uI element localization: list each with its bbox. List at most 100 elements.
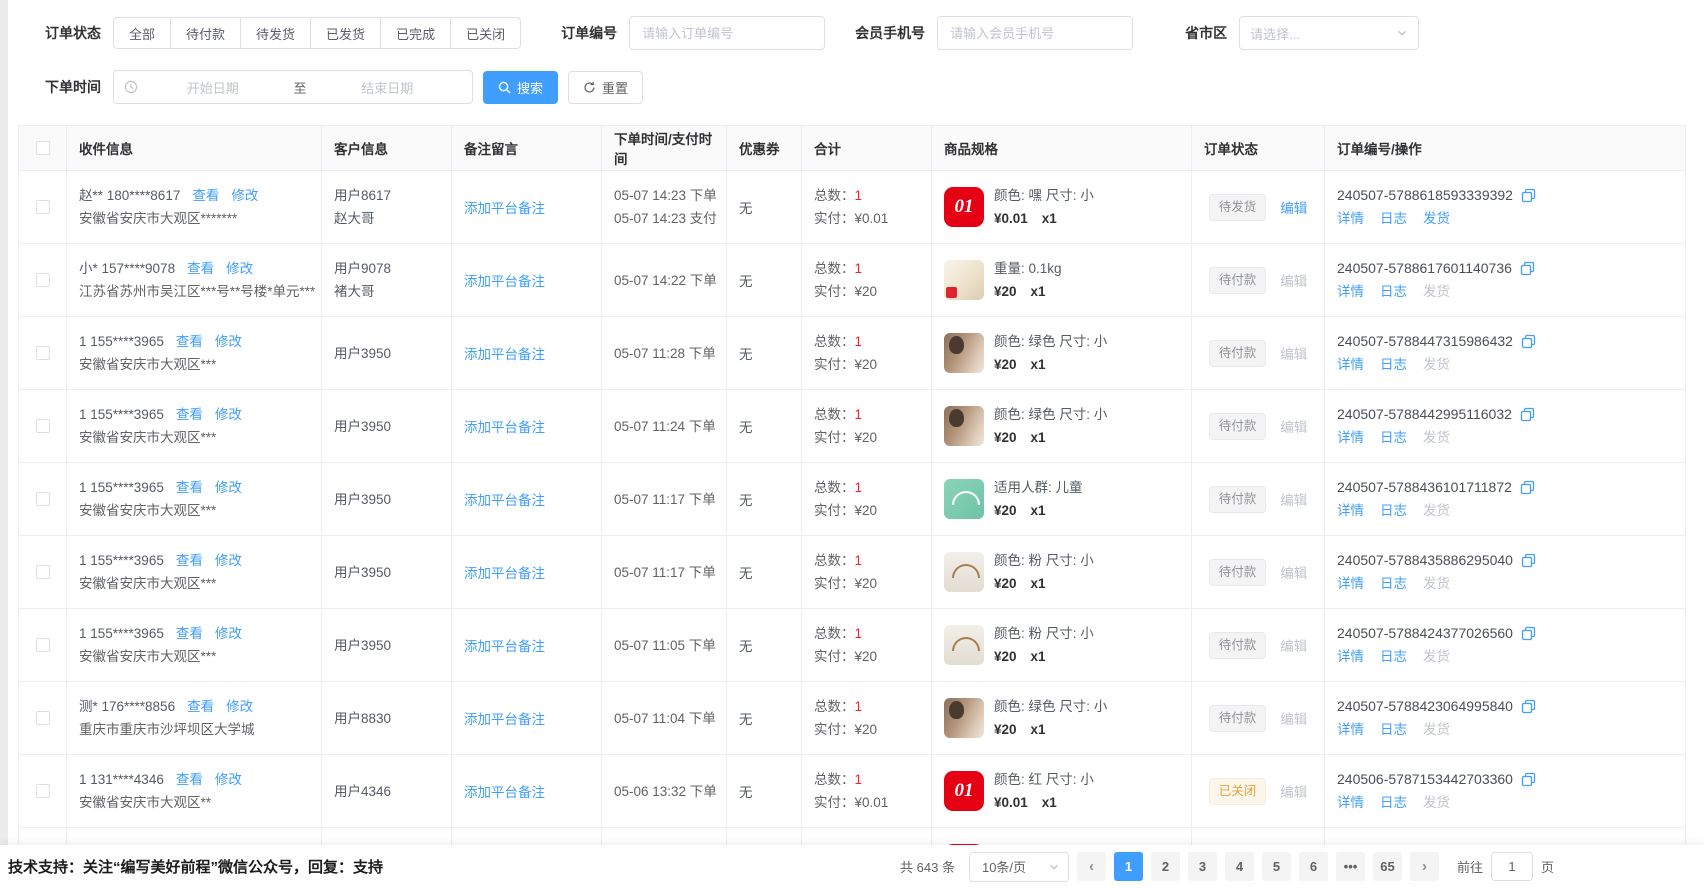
- order-log-link[interactable]: 日志: [1380, 572, 1407, 595]
- member-phone-input[interactable]: [937, 16, 1133, 50]
- order-log-link[interactable]: 日志: [1380, 426, 1407, 449]
- copy-order-no-button[interactable]: [1521, 626, 1536, 641]
- view-address-link[interactable]: 查看: [176, 553, 203, 568]
- order-detail-link[interactable]: 详情: [1337, 791, 1364, 814]
- copy-order-no-button[interactable]: [1521, 334, 1536, 349]
- copy-order-no-button[interactable]: [1520, 407, 1535, 422]
- ship-link[interactable]: 发货: [1423, 426, 1450, 449]
- view-address-link[interactable]: 查看: [176, 480, 203, 495]
- copy-order-no-button[interactable]: [1520, 480, 1535, 495]
- order-log-link[interactable]: 日志: [1380, 280, 1407, 303]
- order-detail-link[interactable]: 详情: [1337, 718, 1364, 741]
- order-log-link[interactable]: 日志: [1380, 499, 1407, 522]
- view-address-link[interactable]: 查看: [176, 407, 203, 422]
- page-button-6[interactable]: 6: [1299, 852, 1328, 881]
- order-detail-link[interactable]: 详情: [1337, 280, 1364, 303]
- order-detail-link[interactable]: 详情: [1337, 426, 1364, 449]
- copy-order-no-button[interactable]: [1521, 772, 1536, 787]
- modify-address-link[interactable]: 修改: [215, 553, 242, 568]
- search-button[interactable]: 搜索: [483, 71, 558, 104]
- copy-order-no-button[interactable]: [1521, 188, 1536, 203]
- page-button-2[interactable]: 2: [1151, 852, 1180, 881]
- add-platform-note-link[interactable]: 添加平台备注: [464, 712, 545, 727]
- goto-page-input[interactable]: [1491, 852, 1533, 881]
- ship-link[interactable]: 发货: [1423, 499, 1450, 522]
- row-checkbox[interactable]: [36, 419, 50, 433]
- modify-address-link[interactable]: 修改: [215, 772, 242, 787]
- page-button-1[interactable]: 1: [1114, 852, 1143, 881]
- reset-button[interactable]: 重置: [568, 71, 643, 104]
- page-size-select[interactable]: 10条/页: [969, 852, 1069, 882]
- ship-link[interactable]: 发货: [1423, 572, 1450, 595]
- page-button-3[interactable]: 3: [1188, 852, 1217, 881]
- edit-order-link[interactable]: 编辑: [1280, 270, 1307, 290]
- page-button-4[interactable]: 4: [1225, 852, 1254, 881]
- date-range-picker[interactable]: 开始日期 至 结束日期: [113, 70, 473, 104]
- order-detail-link[interactable]: 详情: [1337, 207, 1364, 230]
- edit-order-link[interactable]: 编辑: [1280, 562, 1307, 582]
- edit-order-link[interactable]: 编辑: [1280, 635, 1307, 655]
- add-platform-note-link[interactable]: 添加平台备注: [464, 201, 545, 216]
- edit-order-link[interactable]: 编辑: [1280, 489, 1307, 509]
- add-platform-note-link[interactable]: 添加平台备注: [464, 347, 545, 362]
- ship-link[interactable]: 发货: [1423, 791, 1450, 814]
- add-platform-note-link[interactable]: 添加平台备注: [464, 785, 545, 800]
- copy-order-no-button[interactable]: [1520, 261, 1535, 276]
- select-all-checkbox[interactable]: [36, 141, 50, 155]
- ship-link[interactable]: 发货: [1423, 645, 1450, 668]
- status-tab-2[interactable]: 待发货: [240, 17, 311, 49]
- row-checkbox[interactable]: [36, 711, 50, 725]
- status-tab-4[interactable]: 已完成: [380, 17, 451, 49]
- order-detail-link[interactable]: 详情: [1337, 499, 1364, 522]
- order-log-link[interactable]: 日志: [1380, 353, 1407, 376]
- add-platform-note-link[interactable]: 添加平台备注: [464, 274, 545, 289]
- prev-page-button[interactable]: ‹: [1077, 852, 1106, 881]
- row-checkbox[interactable]: [36, 784, 50, 798]
- order-log-link[interactable]: 日志: [1380, 207, 1407, 230]
- row-checkbox[interactable]: [36, 273, 50, 287]
- edit-order-link[interactable]: 编辑: [1280, 343, 1307, 363]
- row-checkbox[interactable]: [36, 638, 50, 652]
- modify-address-link[interactable]: 修改: [215, 407, 242, 422]
- edit-order-link[interactable]: 编辑: [1280, 708, 1307, 728]
- order-detail-link[interactable]: 详情: [1337, 645, 1364, 668]
- page-button-5[interactable]: 5: [1262, 852, 1291, 881]
- ship-link[interactable]: 发货: [1423, 353, 1450, 376]
- modify-address-link[interactable]: 修改: [215, 480, 242, 495]
- add-platform-note-link[interactable]: 添加平台备注: [464, 566, 545, 581]
- more-pages-button[interactable]: •••: [1336, 852, 1365, 881]
- last-page-button[interactable]: 65: [1373, 852, 1402, 881]
- modify-address-link[interactable]: 修改: [226, 261, 253, 276]
- row-checkbox[interactable]: [36, 200, 50, 214]
- ship-link[interactable]: 发货: [1423, 207, 1450, 230]
- view-address-link[interactable]: 查看: [176, 772, 203, 787]
- view-address-link[interactable]: 查看: [187, 261, 214, 276]
- view-address-link[interactable]: 查看: [192, 188, 219, 203]
- modify-address-link[interactable]: 修改: [215, 334, 242, 349]
- next-page-button[interactable]: ›: [1410, 852, 1439, 881]
- view-address-link[interactable]: 查看: [187, 699, 214, 714]
- status-tab-3[interactable]: 已发货: [310, 17, 381, 49]
- edit-order-link[interactable]: 编辑: [1280, 197, 1307, 217]
- order-log-link[interactable]: 日志: [1380, 791, 1407, 814]
- view-address-link[interactable]: 查看: [176, 626, 203, 641]
- row-checkbox[interactable]: [36, 346, 50, 360]
- view-address-link[interactable]: 查看: [176, 334, 203, 349]
- add-platform-note-link[interactable]: 添加平台备注: [464, 420, 545, 435]
- add-platform-note-link[interactable]: 添加平台备注: [464, 639, 545, 654]
- status-tab-1[interactable]: 待付款: [170, 17, 241, 49]
- status-tab-5[interactable]: 已关闭: [450, 17, 521, 49]
- add-platform-note-link[interactable]: 添加平台备注: [464, 493, 545, 508]
- ship-link[interactable]: 发货: [1423, 280, 1450, 303]
- ship-link[interactable]: 发货: [1423, 718, 1450, 741]
- copy-order-no-button[interactable]: [1521, 699, 1536, 714]
- row-checkbox[interactable]: [36, 492, 50, 506]
- order-detail-link[interactable]: 详情: [1337, 353, 1364, 376]
- modify-address-link[interactable]: 修改: [215, 626, 242, 641]
- edit-order-link[interactable]: 编辑: [1280, 781, 1307, 801]
- region-select[interactable]: 请选择...: [1239, 16, 1419, 50]
- edit-order-link[interactable]: 编辑: [1280, 416, 1307, 436]
- modify-address-link[interactable]: 修改: [226, 699, 253, 714]
- order-log-link[interactable]: 日志: [1380, 718, 1407, 741]
- order-no-input[interactable]: [629, 16, 825, 50]
